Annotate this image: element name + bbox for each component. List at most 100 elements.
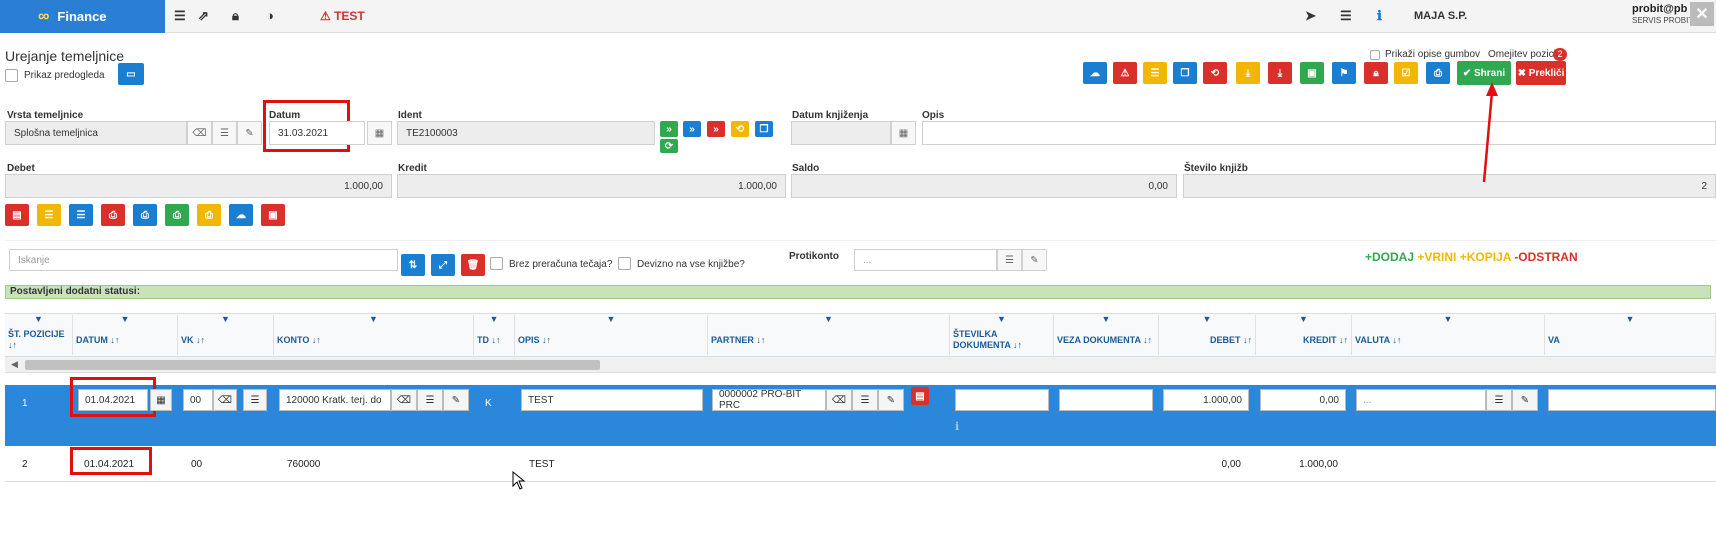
filter-icon[interactable]: ▼ [5,315,73,325]
partner-doc-button[interactable]: ▤ [911,387,929,405]
expand-button[interactable]: ⤢ [431,254,455,276]
filter-icon[interactable]: ▼ [1256,315,1352,325]
list-icon[interactable]: ☰ [243,389,267,411]
download-button[interactable]: ⤓ [1236,62,1260,84]
external-link-icon[interactable]: ⇗ [198,8,209,24]
column-header[interactable]: ŠT. POZICIJE ↓↑ [5,325,73,355]
protikonto-input[interactable]: ... [854,249,997,271]
column-header[interactable]: DEBET ↓↑ [1159,325,1256,355]
delete-button[interactable]: 🗑︎ [461,254,485,276]
filter-icon[interactable]: ▼ [274,315,474,325]
insert-link[interactable]: +VRINI [1417,250,1456,264]
edit-icon[interactable]: ✎ [1512,389,1538,411]
flag-button[interactable]: ⚑ [1332,62,1356,84]
pencil-icon[interactable]: ✎ [443,389,469,411]
row1-opis-input[interactable]: TEST [521,389,703,411]
vrsta-field[interactable]: Splošna temeljnica [5,121,187,145]
print-button[interactable]: ⎙ [1426,62,1450,84]
duplicate-button[interactable]: ❐ [755,121,773,137]
preview-window-button[interactable]: ▭ [118,63,144,85]
eraser-icon[interactable]: ⌫ [213,389,237,411]
list-icon[interactable]: ☰ [852,389,878,411]
send-icon[interactable]: ➤ [1305,8,1316,24]
eraser-icon[interactable]: ⌫ [187,121,212,145]
list-yellow-button[interactable]: ☰ [37,204,61,226]
copy-button[interactable]: ❐ [1173,62,1197,84]
remove-link[interactable]: -ODSTRAN [1514,250,1577,264]
show-desc-checkbox[interactable] [1370,50,1380,60]
row1-va-input[interactable] [1548,389,1716,411]
lock-button[interactable]: 🔒︎ [1364,62,1388,84]
calendar-icon[interactable]: ▦ [367,121,392,145]
list-icon[interactable]: ☰ [174,8,186,24]
cloud-download-button[interactable]: ☁ [229,204,253,226]
column-header[interactable]: VALUTA ↓↑ [1352,325,1545,355]
filter-icon[interactable]: ▼ [474,315,515,325]
list-icon[interactable]: ☰ [1486,389,1512,411]
add-link[interactable]: +DODAJ [1365,250,1414,264]
column-header[interactable]: KREDIT ↓↑ [1256,325,1352,355]
close-button[interactable]: ✕ [1690,2,1714,26]
scrollbar-thumb[interactable] [25,360,600,370]
filter-icon[interactable]: ▼ [950,315,1054,325]
copy-link[interactable]: +KOPIJA [1460,250,1511,264]
cancel-button[interactable]: ✖ Prekliči [1516,61,1566,85]
pencil-icon[interactable]: ✎ [878,389,904,411]
warning-button[interactable]: ⚠ [1113,62,1137,84]
print-red-button[interactable]: ⎙ [101,204,125,226]
refresh-button[interactable]: ⟳ [660,139,678,153]
report-button[interactable]: ▣ [261,204,285,226]
horizontal-scrollbar[interactable]: ◀ [5,357,1716,373]
filter-icon[interactable]: ▼ [178,315,274,325]
stevilo-field[interactable]: 2 [1183,174,1716,198]
edit-icon[interactable]: ✎ [1022,249,1047,271]
calendar-icon[interactable]: ▦ [891,121,916,145]
print-blue-button[interactable]: ⎙ [133,204,157,226]
row1-datum-input[interactable]: 01.04.2021 [78,389,148,411]
row1-stdok-input[interactable] [955,389,1049,411]
list-icon[interactable]: ☰ [417,389,443,411]
list-button[interactable]: ☰ [1143,62,1167,84]
row1-valuta-input[interactable]: ... [1356,389,1486,411]
column-header[interactable]: VA [1545,325,1716,355]
print-yellow-button[interactable]: ⎙ [197,204,221,226]
repeat-button[interactable]: ⟲ [1203,62,1227,84]
next-button[interactable]: » [660,121,678,137]
menu-icon[interactable]: ☰ [1340,8,1352,24]
filter-icon[interactable]: ▼ [708,315,950,325]
row1-debet-input[interactable]: 1.000,00 [1163,389,1249,411]
datum-field[interactable]: 31.03.2021 [269,121,365,145]
contrast-icon[interactable]: ◑ [266,8,274,23]
row1-kredit-input[interactable]: 0,00 [1260,389,1346,411]
search-input[interactable]: Iskanje [9,249,398,271]
column-header[interactable]: TD ↓↑ [474,325,515,355]
eraser-icon[interactable]: ⌫ [826,389,852,411]
column-header[interactable]: OPIS ↓↑ [515,325,708,355]
brez-checkbox[interactable] [490,257,503,270]
filter-icon[interactable]: ▼ [515,315,708,325]
filter-icon[interactable]: ▼ [1352,315,1545,325]
company-name[interactable]: MAJA S.P. [1414,10,1467,22]
app-brand[interactable]: ∞ Finance [0,0,165,33]
info-icon[interactable]: ℹ [955,420,959,433]
export-button[interactable]: ⤓ [1268,62,1292,84]
datum-knj-field[interactable] [791,121,891,145]
debet-field[interactable]: 1.000,00 [5,174,392,198]
lock-icon[interactable]: 🔒︎ [232,8,239,24]
row1-veza-input[interactable] [1059,389,1153,411]
filter-icon[interactable]: ▼ [1054,315,1159,325]
preview-checkbox[interactable] [5,69,18,82]
save-disk-button[interactable]: ▣ [1300,62,1324,84]
scroll-left-icon[interactable]: ◀ [11,359,18,370]
row1-konto-input[interactable]: 120000 Kratk. terj. do [279,389,391,411]
column-header[interactable]: VK ↓↑ [178,325,274,355]
filter-icon[interactable]: ▼ [1159,315,1256,325]
forward-button[interactable]: » [683,121,701,137]
column-header[interactable]: VEZA DOKUMENTA ↓↑ [1054,325,1159,355]
fast-forward-button[interactable]: » [707,121,725,137]
user-info[interactable]: probit@pb SERVIS PROBIT [1632,3,1693,27]
info-icon[interactable]: ℹ [1377,8,1382,24]
filter-icon[interactable]: ▼ [73,315,178,325]
list-icon[interactable]: ☰ [212,121,237,145]
cloud-button[interactable]: ☁ [1083,62,1107,84]
